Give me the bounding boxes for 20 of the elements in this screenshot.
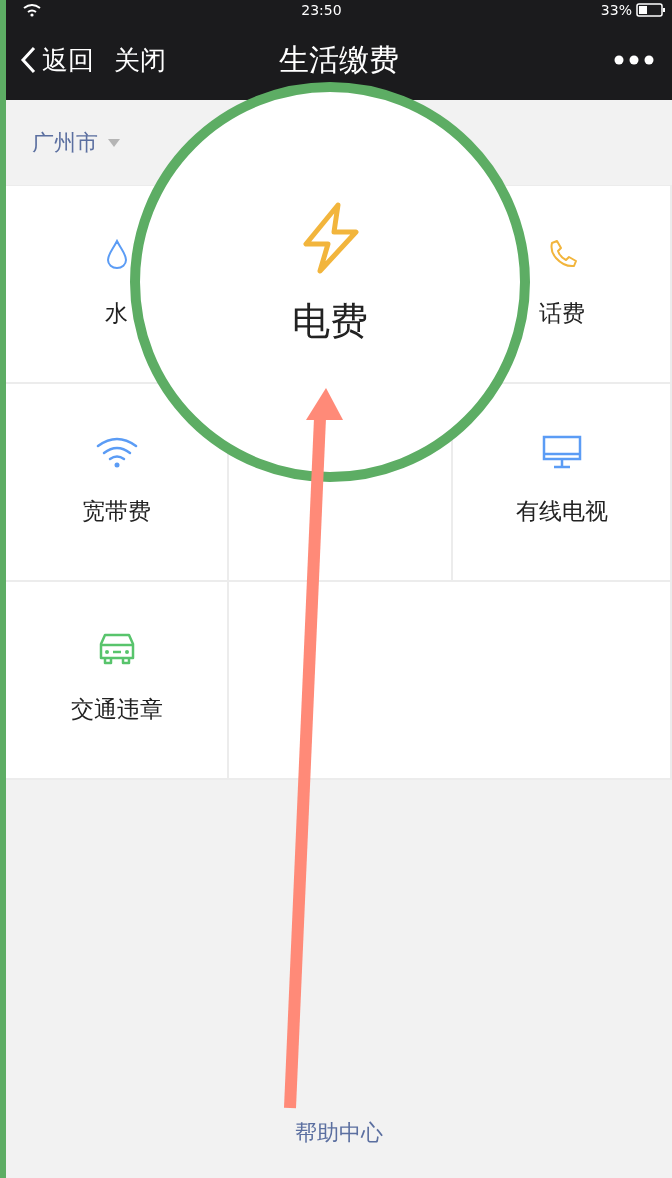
battery-percent: 33% — [600, 2, 632, 18]
page-title: 生活缴费 — [278, 40, 400, 79]
close-button[interactable]: 关闭 — [114, 42, 166, 78]
help-center-link[interactable]: 帮助中心 — [295, 1118, 383, 1148]
caret-down-icon — [108, 137, 120, 148]
chevron-left-icon — [20, 46, 36, 74]
service-label[interactable]: 有线电视 — [515, 496, 608, 527]
service-label[interactable]: 交通违章 — [70, 694, 163, 725]
service-label[interactable]: 宽带费 — [82, 496, 151, 527]
back-button[interactable]: 返回 — [20, 42, 94, 78]
monitor-icon — [541, 435, 582, 469]
service-label[interactable]: 水 — [105, 298, 128, 329]
magnified-label: 电费 — [292, 298, 368, 345]
service-label[interactable]: 话费 — [538, 298, 585, 329]
battery-icon — [636, 3, 666, 17]
status-time: 23:50 — [301, 2, 342, 18]
water-drop-icon — [104, 239, 129, 269]
wifi-signal-icon — [22, 3, 42, 17]
wifi-icon — [94, 436, 139, 468]
city-selector[interactable]: 广州市 — [32, 127, 120, 158]
